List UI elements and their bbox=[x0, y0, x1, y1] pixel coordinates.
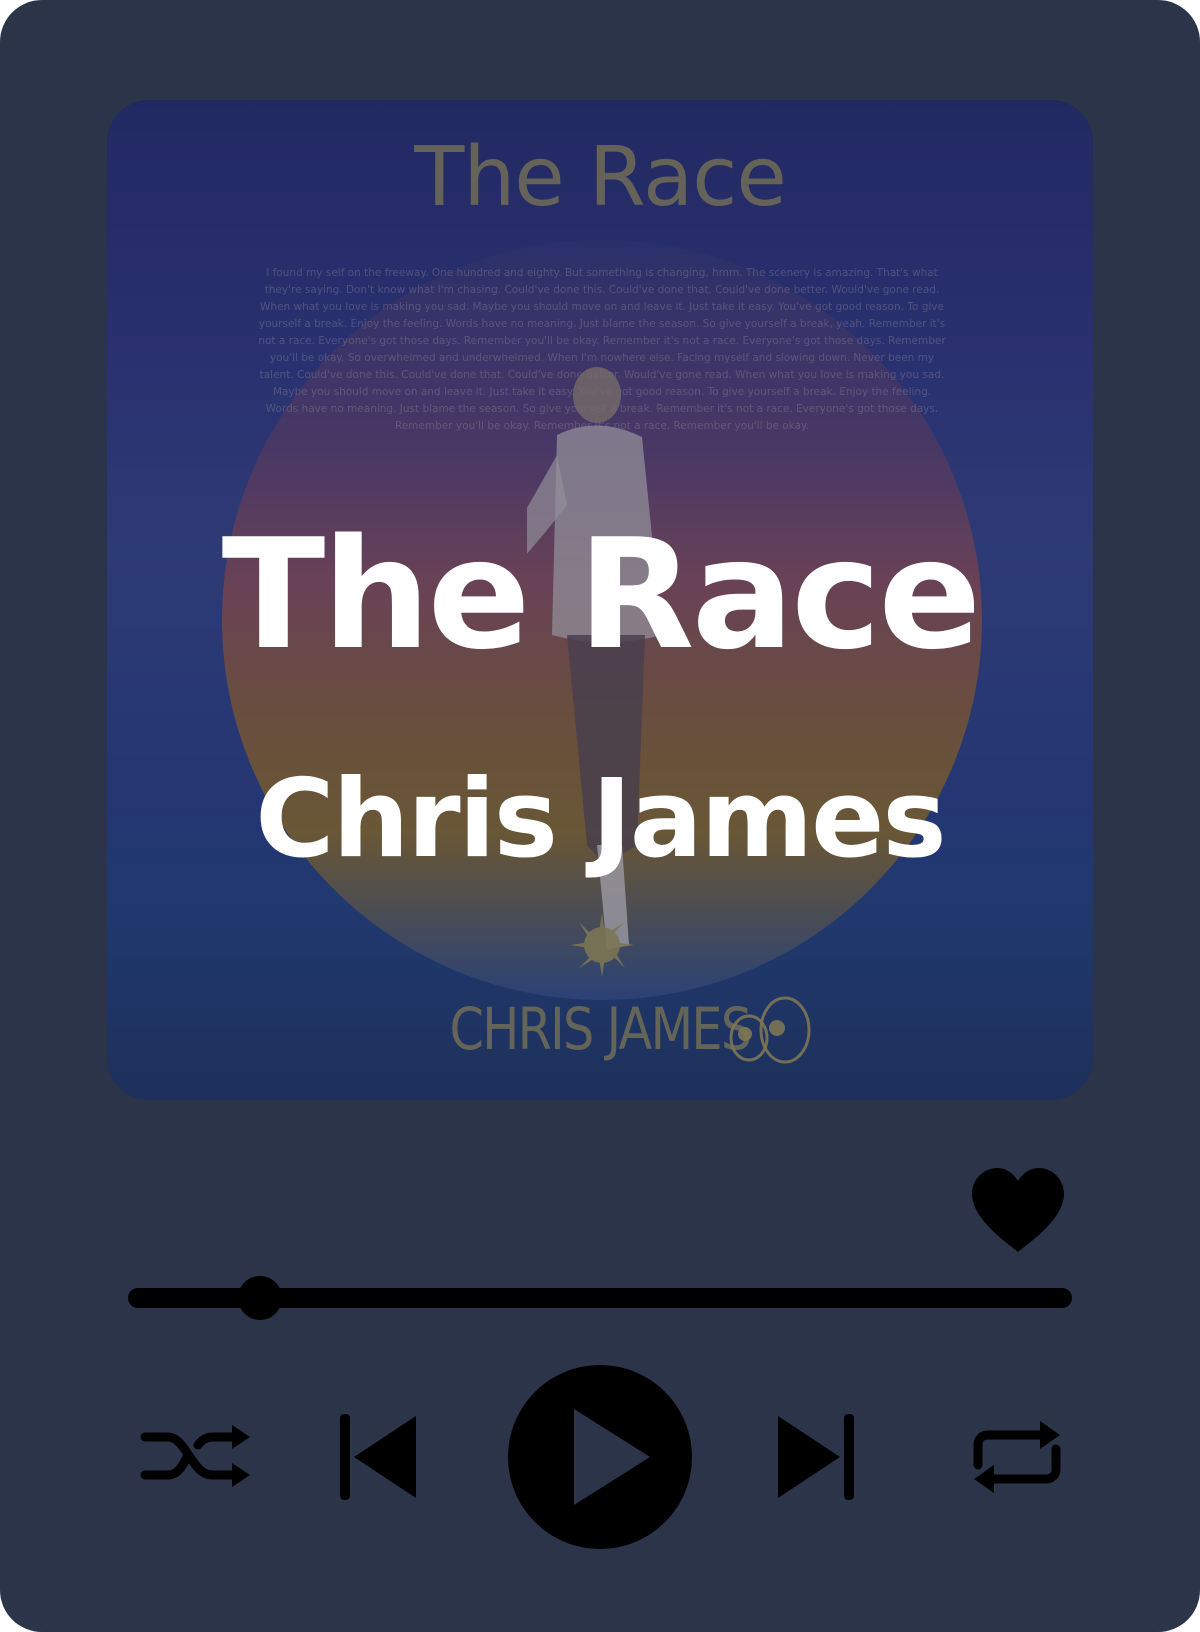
shuffle-button[interactable] bbox=[140, 1425, 252, 1487]
shuffle-icon bbox=[140, 1425, 250, 1487]
song-artist: Chris James bbox=[255, 757, 946, 882]
progress-bar[interactable] bbox=[128, 1276, 1072, 1320]
repeat-button[interactable] bbox=[972, 1413, 1062, 1501]
heart-icon bbox=[972, 1168, 1064, 1252]
like-button[interactable] bbox=[972, 1168, 1064, 1254]
progress-thumb[interactable] bbox=[238, 1276, 283, 1320]
skip-previous-icon bbox=[340, 1414, 416, 1500]
music-player-card: I found my self on the freeway. One hund… bbox=[0, 0, 1200, 1632]
skip-next-icon bbox=[778, 1414, 854, 1500]
play-icon bbox=[508, 1365, 692, 1549]
previous-button[interactable] bbox=[340, 1414, 416, 1500]
play-button[interactable] bbox=[508, 1365, 692, 1549]
song-title: The Race bbox=[221, 506, 982, 683]
next-button[interactable] bbox=[778, 1414, 854, 1500]
repeat-icon bbox=[973, 1421, 1061, 1493]
